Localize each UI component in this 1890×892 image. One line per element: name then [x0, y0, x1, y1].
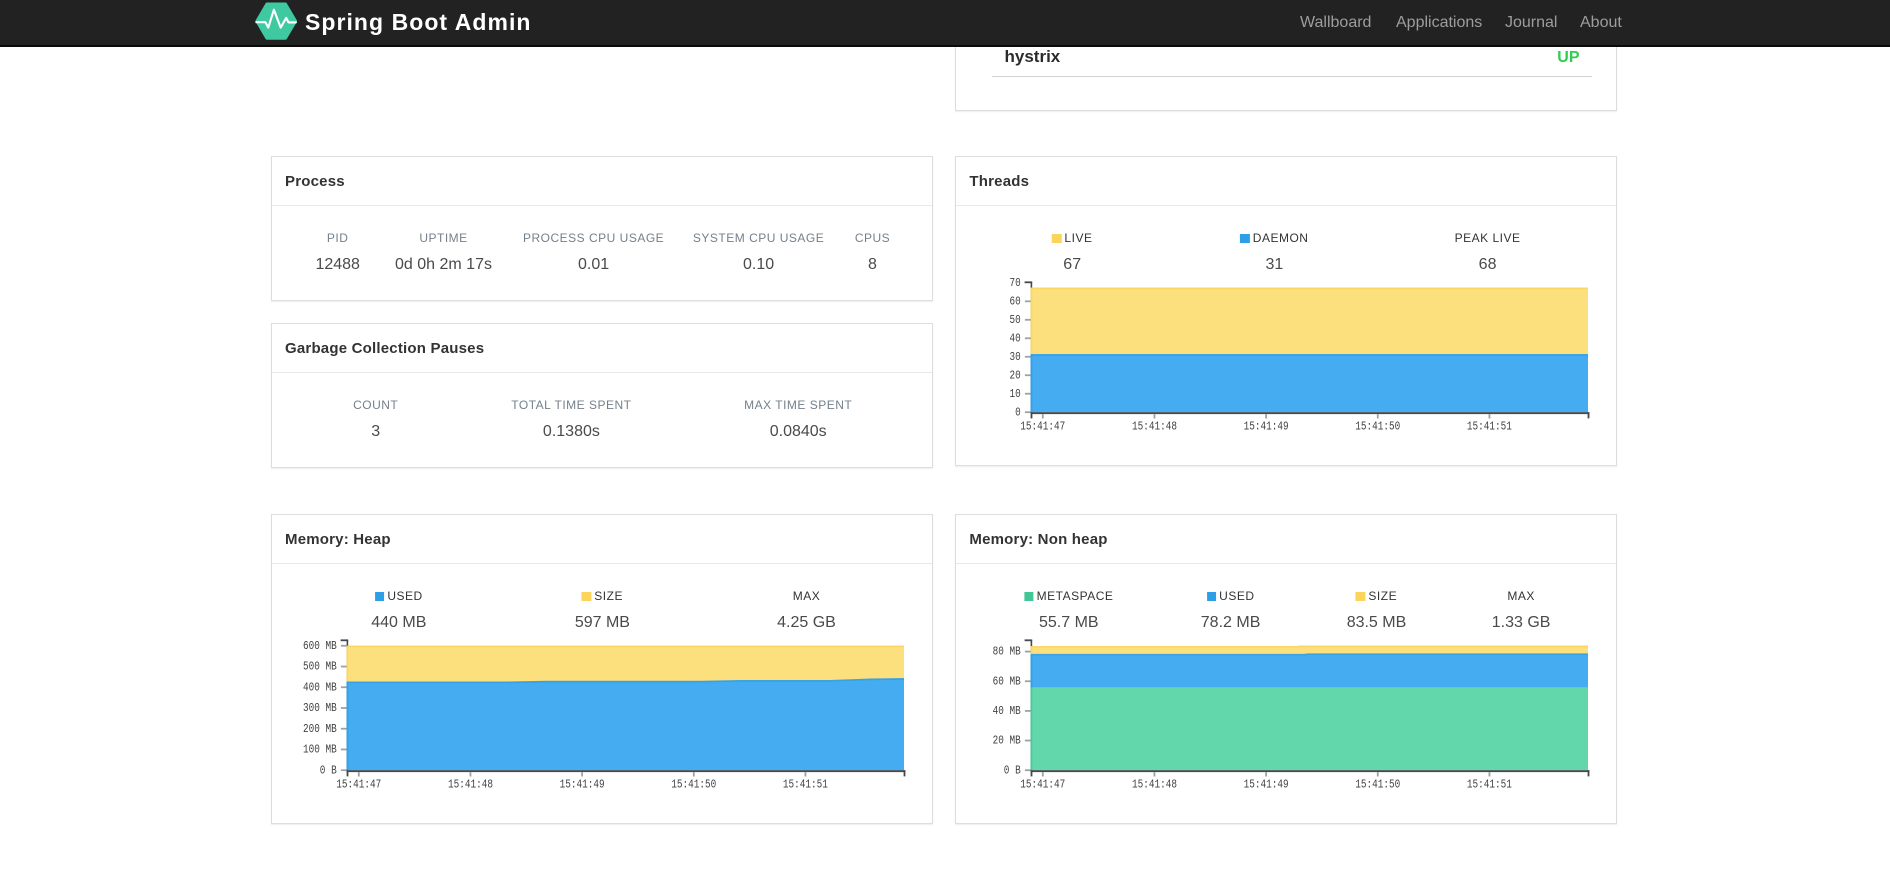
svg-text:60 MB: 60 MB [993, 674, 1021, 688]
svg-text:400 MB: 400 MB [303, 680, 337, 694]
svg-text:40 MB: 40 MB [993, 704, 1021, 718]
svg-text:15:41:49: 15:41:49 [560, 777, 605, 791]
svg-text:600 MB: 600 MB [303, 639, 337, 653]
svg-text:15:41:51: 15:41:51 [1467, 419, 1512, 433]
svg-text:15:41:50: 15:41:50 [1356, 777, 1401, 791]
svg-text:80 MB: 80 MB [993, 645, 1021, 659]
svg-text:15:41:47: 15:41:47 [1021, 777, 1066, 791]
svg-text:15:41:50: 15:41:50 [671, 777, 716, 791]
svg-text:15:41:47: 15:41:47 [336, 777, 381, 791]
svg-text:20: 20 [1010, 368, 1021, 382]
svg-text:0 B: 0 B [1004, 763, 1021, 777]
svg-text:70: 70 [1010, 276, 1021, 290]
svg-text:0: 0 [1015, 405, 1021, 419]
svg-text:10: 10 [1010, 387, 1021, 401]
svg-text:15:41:51: 15:41:51 [1467, 777, 1512, 791]
svg-text:0 B: 0 B [320, 763, 337, 777]
svg-text:15:41:47: 15:41:47 [1021, 419, 1066, 433]
svg-text:15:41:49: 15:41:49 [1244, 419, 1289, 433]
svg-text:500 MB: 500 MB [303, 660, 337, 674]
svg-text:300 MB: 300 MB [303, 701, 337, 715]
svg-text:15:41:50: 15:41:50 [1356, 419, 1401, 433]
svg-text:15:41:49: 15:41:49 [1244, 777, 1289, 791]
svg-text:20 MB: 20 MB [993, 734, 1021, 748]
svg-text:15:41:48: 15:41:48 [1132, 419, 1177, 433]
svg-text:50: 50 [1010, 313, 1021, 327]
svg-text:30: 30 [1010, 350, 1021, 364]
svg-text:15:41:48: 15:41:48 [448, 777, 493, 791]
svg-text:60: 60 [1010, 294, 1021, 308]
svg-text:100 MB: 100 MB [303, 743, 337, 757]
svg-text:15:41:51: 15:41:51 [783, 777, 828, 791]
svg-text:15:41:48: 15:41:48 [1132, 777, 1177, 791]
svg-text:40: 40 [1010, 331, 1021, 345]
svg-text:200 MB: 200 MB [303, 722, 337, 736]
